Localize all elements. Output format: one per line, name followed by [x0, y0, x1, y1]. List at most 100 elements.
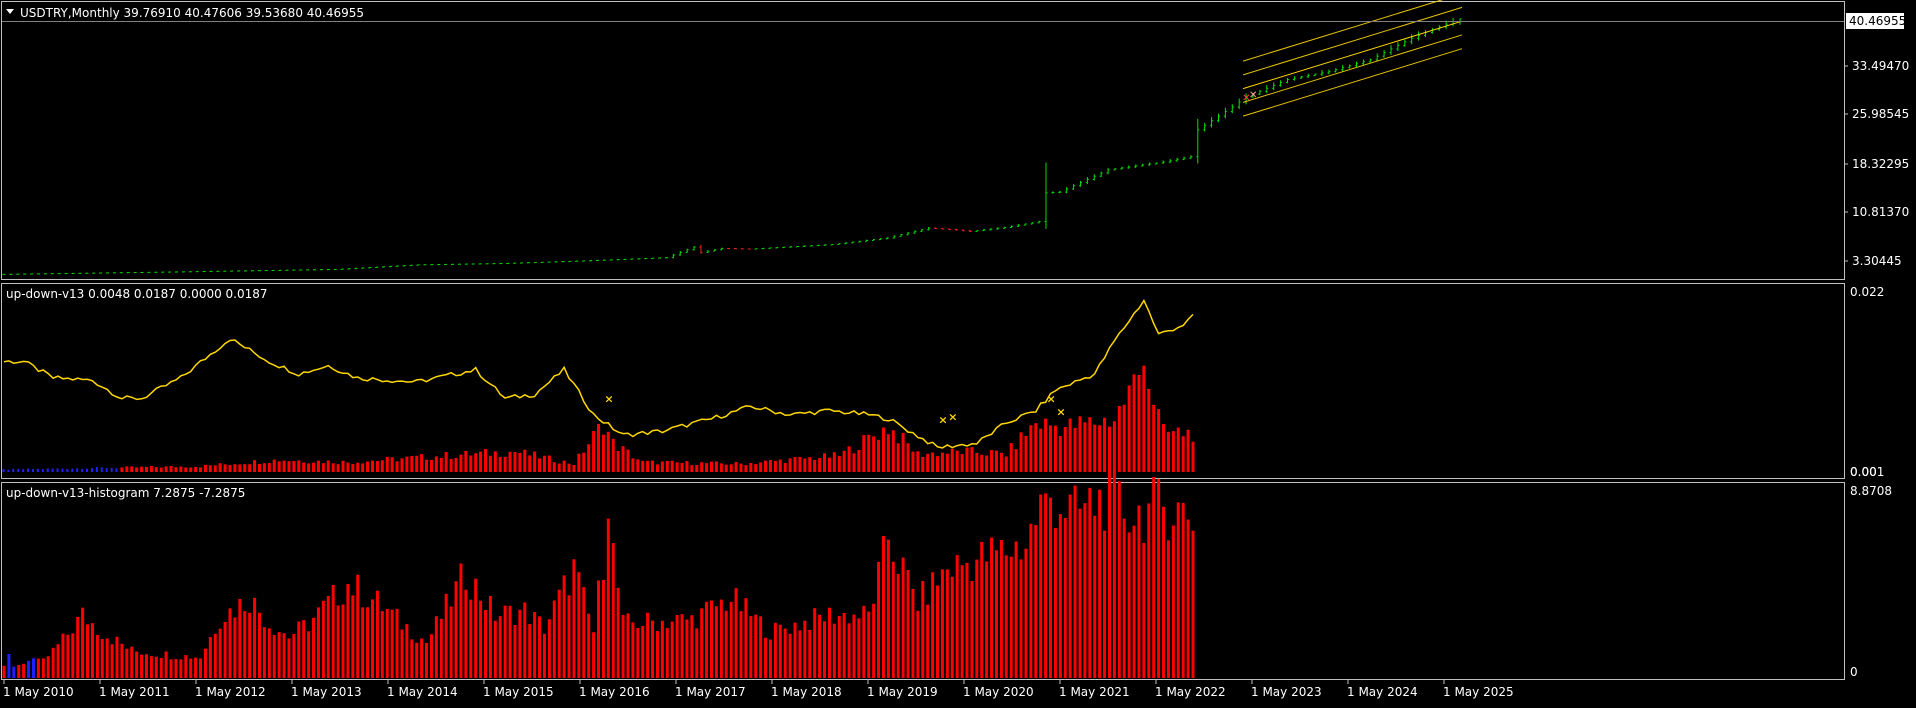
indicator-histogram-bar — [582, 452, 586, 472]
indicator-histogram-bar — [208, 465, 212, 472]
histogram-bar — [999, 539, 1003, 678]
histogram-bar — [380, 611, 384, 678]
indicator-histogram-bar — [1137, 374, 1141, 472]
chart-canvas[interactable]: ✕✕ USDTRY,Monthly 39.76910 40.47606 39.5… — [0, 0, 1916, 704]
indicator-histogram-bar — [1053, 425, 1057, 472]
histogram-bar — [302, 620, 306, 678]
indicator-histogram-bar — [1073, 427, 1077, 472]
indicator-histogram-bar — [773, 460, 777, 472]
histogram-bar — [1127, 532, 1131, 678]
indicator-histogram-bar — [459, 454, 463, 472]
histogram-bar — [832, 623, 836, 678]
time-label: 1 May 2025 — [1443, 685, 1514, 699]
indicator-histogram-bar — [218, 463, 222, 472]
indicator-histogram-bar — [1142, 365, 1146, 472]
histogram-bar — [1176, 502, 1180, 678]
histogram-bar — [287, 638, 291, 678]
indicator-histogram-bar — [886, 434, 890, 472]
indicator-histogram-bar — [1107, 426, 1111, 472]
indicator-histogram-bar — [361, 463, 365, 472]
indicator-histogram-bar — [429, 460, 433, 472]
indicator-histogram-bar — [508, 451, 512, 472]
indicator-histogram-bar — [823, 453, 827, 472]
histogram-bar — [754, 614, 758, 678]
indicator-histogram-bar — [646, 460, 650, 472]
indicator-histogram-bar — [292, 461, 296, 472]
histogram-bar — [184, 655, 188, 678]
indicator-histogram-bar — [562, 460, 566, 472]
indicator-histogram-bar — [316, 460, 320, 472]
indicator-histogram-bar — [233, 464, 237, 472]
indicator-histogram-bar — [434, 456, 438, 472]
histogram-bar — [601, 579, 605, 678]
histogram-bar — [395, 608, 399, 678]
histogram-bar — [243, 611, 247, 678]
time-label: 1 May 2024 — [1347, 685, 1418, 699]
indicator-histogram-bar — [326, 460, 330, 472]
histogram-bar — [2, 665, 6, 678]
histogram-bar — [577, 572, 581, 678]
histogram-bar — [975, 559, 979, 678]
histogram-bar — [46, 656, 50, 678]
histogram-bar — [1083, 503, 1087, 678]
indicator-histogram-bar — [228, 464, 232, 472]
histogram-bar — [203, 648, 207, 678]
indicator-histogram-bar — [46, 468, 49, 472]
histogram-bar — [1029, 523, 1033, 678]
indicator-histogram-bar — [950, 448, 954, 472]
histogram-bar — [896, 574, 900, 678]
indicator-histogram-bar — [331, 463, 335, 472]
indicator-marker-icon: × — [1047, 392, 1056, 405]
histogram-bar — [950, 576, 954, 678]
histogram-bar — [597, 580, 600, 678]
histogram-bar — [513, 624, 517, 678]
indicator-histogram-bar — [405, 456, 409, 472]
histogram-bar — [208, 636, 212, 678]
indicator-histogram-bar — [577, 453, 581, 472]
histogram-bar — [469, 599, 473, 678]
indicator-histogram-bar — [1024, 435, 1028, 472]
histogram-bar — [936, 585, 940, 678]
histogram-bar — [454, 581, 458, 678]
histogram-bar — [346, 584, 350, 678]
histogram-bar — [852, 614, 856, 678]
indicator-histogram-bar — [1162, 424, 1166, 472]
indicator-histogram-bar — [793, 457, 797, 472]
indicator-histogram-bar — [302, 462, 306, 472]
histogram-bar — [488, 595, 492, 678]
histogram-bar — [257, 612, 261, 678]
histogram-bar — [1058, 514, 1062, 678]
indicator-histogram-bar — [370, 460, 374, 472]
histogram-bar — [773, 622, 777, 678]
indicator-histogram-bar — [783, 462, 787, 472]
histogram-bar — [1142, 542, 1146, 678]
indicator-histogram-bar — [1093, 424, 1097, 472]
histogram-bar — [877, 561, 881, 678]
histogram-bar — [223, 621, 227, 678]
histogram-bar — [955, 555, 959, 678]
indicator-histogram-bar — [144, 466, 148, 472]
histogram-bar — [808, 629, 812, 678]
histogram-bar — [1098, 489, 1102, 678]
histogram-bar — [862, 605, 866, 678]
histogram-bar — [267, 628, 271, 678]
indicator-histogram-bar — [670, 460, 674, 472]
histogram-bar — [385, 608, 389, 678]
histogram-bar — [518, 609, 522, 678]
histogram-bar — [248, 612, 252, 678]
indicator-histogram-bar — [538, 458, 542, 472]
indicator-histogram-bar — [56, 468, 59, 472]
indicator-histogram-bar — [719, 463, 723, 472]
indicator-histogram-bar — [1034, 423, 1038, 472]
histogram-bar — [356, 574, 360, 678]
histogram-bar — [739, 611, 743, 678]
indicator-histogram-bar — [199, 467, 203, 472]
indicator-histogram-bar — [852, 453, 856, 472]
histogram-bar — [1117, 481, 1121, 678]
indicator-histogram-bar — [41, 469, 44, 472]
histogram-bar — [827, 607, 831, 678]
histogram-bar — [646, 612, 650, 678]
histogram-bar — [1122, 518, 1126, 678]
histogram-bar — [1014, 541, 1018, 678]
time-label: 1 May 2016 — [579, 685, 650, 699]
